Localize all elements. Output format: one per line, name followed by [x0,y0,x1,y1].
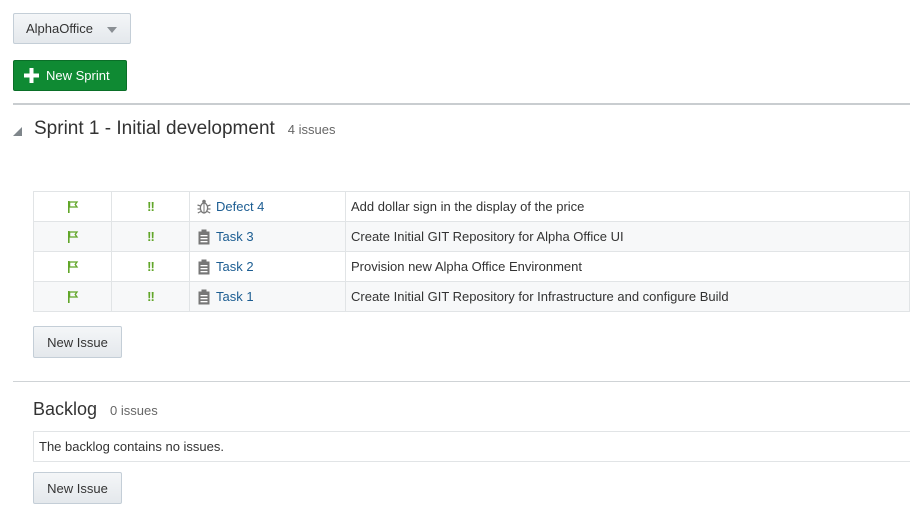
issue-link[interactable]: Task 1 [216,289,254,304]
priority-indicator: !! [147,199,155,214]
issue-link[interactable]: Defect 4 [216,199,264,214]
table-row[interactable]: !! Defect 4 Add dollar sign in the displ… [33,191,910,222]
task-icon [198,259,210,274]
issue-summary: Provision new Alpha Office Environment [345,251,910,282]
priority-indicator: !! [147,229,155,244]
backlog-empty-message: The backlog contains no issues. [33,431,910,462]
task-icon [198,229,210,244]
priority-cell: !! [111,251,190,282]
backlog-new-issue-button[interactable]: New Issue [33,472,122,504]
sprint-header: Sprint 1 - Initial development 4 issues [13,118,336,140]
flag-icon[interactable] [66,290,80,304]
table-row[interactable]: !! Task 2 Provision new Alpha Office Env… [33,251,910,282]
flag-icon[interactable] [66,260,80,274]
issue-summary: Add dollar sign in the display of the pr… [345,191,910,222]
sprint-title: Sprint 1 - Initial development [34,118,275,139]
collapse-triangle-icon[interactable] [13,126,22,136]
divider [13,103,910,105]
sprint-new-issue-button[interactable]: New Issue [33,326,122,358]
flag-icon[interactable] [66,200,80,214]
issue-id-cell: Task 1 [189,281,346,312]
flag-cell [33,251,112,282]
flag-cell [33,221,112,252]
issue-id-cell: Task 3 [189,221,346,252]
backlog-issue-count: 0 issues [110,403,158,418]
task-icon [198,289,210,304]
flag-cell [33,281,112,312]
flag-cell [33,191,112,222]
issue-summary: Create Initial GIT Repository for Infras… [345,281,910,312]
table-row[interactable]: !! Task 3 Create Initial GIT Repository … [33,221,910,252]
sprint-issue-count: 4 issues [287,122,336,137]
table-row[interactable]: !! Task 1 Create Initial GIT Repository … [33,281,910,312]
issue-summary: Create Initial GIT Repository for Alpha … [345,221,910,252]
issue-link[interactable]: Task 2 [216,259,254,274]
backlog-header: Backlog 0 issues [33,399,158,420]
priority-cell: !! [111,191,190,222]
priority-cell: !! [111,281,190,312]
plus-icon [24,68,39,83]
project-select[interactable]: AlphaOffice [13,13,131,44]
issue-link[interactable]: Task 3 [216,229,254,244]
new-sprint-label: New Sprint [46,68,110,83]
issue-id-cell: Defect 4 [189,191,346,222]
issue-id-cell: Task 2 [189,251,346,282]
divider [13,381,910,382]
backlog-title: Backlog [33,399,98,419]
new-sprint-button[interactable]: New Sprint [13,60,127,91]
priority-cell: !! [111,221,190,252]
priority-indicator: !! [147,289,155,304]
bug-icon [197,199,211,214]
project-select-value: AlphaOffice [26,21,93,36]
flag-icon[interactable] [66,230,80,244]
sprint-issue-table: !! Defect 4 Add dollar sign in the displ… [33,191,910,312]
chevron-down-icon [107,27,117,33]
priority-indicator: !! [147,259,155,274]
